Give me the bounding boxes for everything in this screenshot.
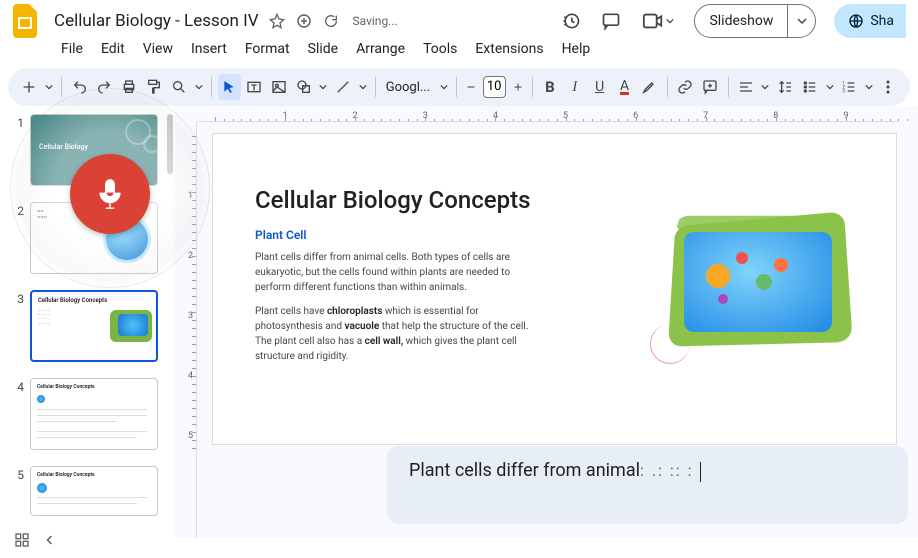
new-slide-button[interactable] — [18, 74, 41, 100]
comment-icon[interactable] — [600, 11, 622, 31]
align-button[interactable] — [734, 74, 757, 100]
redo-button[interactable] — [93, 74, 116, 100]
share-label: Sha — [870, 13, 894, 29]
font-size-decrease[interactable] — [463, 74, 479, 100]
align-dropdown[interactable] — [759, 83, 771, 91]
move-icon[interactable] — [295, 12, 313, 30]
toolbar: Googl... 10 B I U A 123 — [8, 68, 910, 106]
current-slide[interactable]: Cellular Biology Concepts Plant Cell Pla… — [213, 134, 896, 444]
star-icon[interactable] — [269, 13, 285, 29]
text-color-button[interactable]: A — [613, 74, 636, 100]
font-size-input[interactable]: 10 — [483, 76, 506, 98]
collapse-panel-icon[interactable] — [44, 534, 56, 546]
slide-paragraph-2[interactable]: Plant cells have chloroplasts which is e… — [255, 304, 535, 364]
numbered-list-dropdown[interactable] — [863, 83, 875, 91]
thumb-number: 5 — [8, 466, 24, 482]
thumb-number: 4 — [8, 378, 24, 394]
highlight-button[interactable] — [638, 74, 661, 100]
svg-text:3: 3 — [843, 88, 846, 94]
vertical-ruler[interactable]: 12345 — [183, 122, 197, 538]
menu-tools[interactable]: Tools — [416, 38, 464, 60]
menu-extensions[interactable]: Extensions — [468, 38, 550, 60]
slide-canvas-area: 123456789 12345 Cellular Biology Concept… — [175, 106, 918, 538]
menu-help[interactable]: Help — [555, 38, 598, 60]
slide-title-text[interactable]: Cellular Biology Concepts — [255, 186, 530, 214]
slide-thumbnail-4[interactable]: Cellular Biology Concepts — [30, 378, 158, 450]
menu-insert[interactable]: Insert — [184, 38, 234, 60]
slide-subtitle-text[interactable]: Plant Cell — [255, 228, 307, 242]
undo-button[interactable] — [68, 74, 91, 100]
font-family-select[interactable]: Googl... — [382, 80, 436, 95]
textbox-button[interactable] — [243, 74, 266, 100]
document-title[interactable]: Cellular Biology - Lesson IV — [54, 11, 259, 31]
new-slide-dropdown[interactable] — [43, 83, 55, 91]
globe-icon — [848, 13, 864, 29]
refresh-icon[interactable] — [323, 13, 339, 29]
paint-format-button[interactable] — [143, 74, 166, 100]
slide-paragraph-1[interactable]: Plant cells differ from animal cells. Bo… — [255, 250, 515, 295]
plant-cell-image[interactable] — [656, 204, 856, 364]
history-icon[interactable] — [560, 11, 582, 31]
font-family-dropdown[interactable] — [438, 83, 450, 91]
menu-view[interactable]: View — [136, 38, 180, 60]
numbered-list-button[interactable]: 123 — [838, 74, 861, 100]
font-size-increase[interactable] — [510, 74, 526, 100]
horizontal-ruler[interactable]: 123456789 — [197, 108, 898, 122]
slide-thumbnail-5[interactable]: Cellular Biology Concepts — [30, 466, 158, 516]
line-spacing-button[interactable] — [774, 74, 797, 100]
menu-arrange[interactable]: Arrange — [349, 38, 412, 60]
slideshow-button-group: Slideshow — [694, 4, 816, 38]
line-dropdown[interactable] — [357, 83, 369, 91]
more-tools-button[interactable] — [877, 74, 900, 100]
line-button[interactable] — [332, 74, 355, 100]
shape-button[interactable] — [292, 74, 315, 100]
thumb-number: 2 — [8, 202, 24, 218]
voice-mic-button[interactable] — [70, 154, 150, 234]
bottom-bar — [0, 522, 200, 558]
microphone-icon — [93, 177, 127, 211]
grid-view-icon[interactable] — [14, 532, 30, 548]
meet-camera-icon[interactable] — [640, 12, 676, 30]
slide-thumbnail-3[interactable]: Cellular Biology Concepts — — — —— — — —… — [30, 290, 158, 362]
share-button[interactable]: Sha — [834, 4, 906, 38]
menu-edit[interactable]: Edit — [94, 38, 132, 60]
thumb-number: 3 — [8, 290, 24, 306]
shape-dropdown[interactable] — [317, 83, 329, 91]
voice-caption-box: Plant cells differ from animal : .: :: : — [387, 446, 908, 524]
italic-button[interactable]: I — [563, 74, 586, 100]
bold-button[interactable]: B — [538, 74, 561, 100]
menu-format[interactable]: Format — [238, 38, 297, 60]
slideshow-button[interactable]: Slideshow — [695, 5, 787, 37]
thumb-number: 1 — [8, 114, 24, 130]
menu-file[interactable]: File — [54, 38, 90, 60]
zoom-button[interactable] — [168, 74, 191, 100]
thumbnail-scrollbar[interactable] — [167, 114, 173, 174]
add-comment-button[interactable] — [699, 74, 722, 100]
zoom-dropdown[interactable] — [193, 83, 205, 91]
slides-logo-icon[interactable] — [12, 3, 40, 39]
caption-text: Plant cells differ from animal — [409, 460, 640, 481]
caption-pending-dots: : .: :: : — [640, 461, 694, 480]
bullet-list-dropdown[interactable] — [823, 83, 835, 91]
print-button[interactable] — [118, 74, 141, 100]
link-button[interactable] — [674, 74, 697, 100]
saving-status: Saving... — [353, 14, 398, 28]
image-button[interactable] — [268, 74, 291, 100]
select-tool[interactable] — [218, 74, 241, 100]
title-bar: Cellular Biology - Lesson IV Saving... S… — [0, 0, 918, 36]
bullet-list-button[interactable] — [799, 74, 822, 100]
menu-slide[interactable]: Slide — [301, 38, 345, 60]
slideshow-dropdown[interactable] — [787, 5, 815, 37]
menu-bar: File Edit View Insert Format Slide Arran… — [0, 36, 918, 62]
underline-button[interactable]: U — [588, 74, 611, 100]
caption-cursor — [700, 462, 701, 482]
